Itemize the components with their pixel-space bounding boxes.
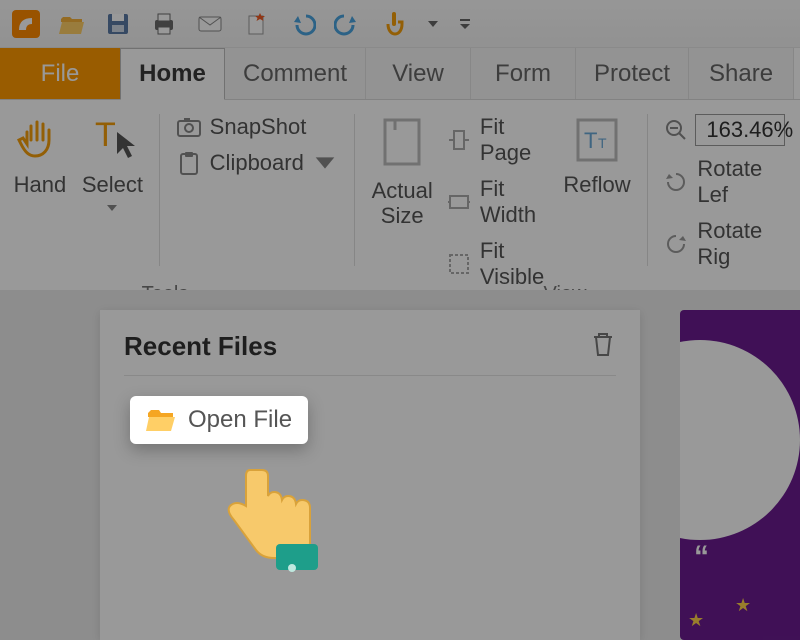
reflow-button[interactable]: TT Reflow <box>563 110 630 270</box>
undo-icon[interactable] <box>288 10 316 38</box>
save-icon[interactable] <box>104 10 132 38</box>
chevron-down-icon <box>105 203 119 213</box>
select-tool-label: Select <box>82 172 143 197</box>
promo-banner: ★ ★ <box>680 310 800 640</box>
fit-page-label: Fit Page <box>480 114 552 166</box>
tab-share[interactable]: Share <box>689 48 794 99</box>
fit-width-button[interactable]: Fit Width <box>446 176 552 228</box>
hand-tool-label: Hand <box>14 172 67 197</box>
clipboard-label: Clipboard <box>210 150 304 176</box>
clipboard-button[interactable]: Clipboard <box>176 150 338 176</box>
svg-text:T: T <box>95 116 116 154</box>
ribbon-home: Hand T Select SnapShot Clipboard Actual … <box>0 100 800 280</box>
email-icon[interactable] <box>196 10 224 38</box>
redo-icon[interactable] <box>334 10 362 38</box>
rotate-left-button[interactable]: Rotate Lef <box>663 156 790 208</box>
tab-view[interactable]: View <box>366 48 471 99</box>
app-icon <box>12 10 40 38</box>
star-icon: ★ <box>688 610 704 631</box>
open-file-button[interactable]: Open File <box>130 396 308 444</box>
star-icon: ★ <box>735 595 751 616</box>
new-starred-icon[interactable] <box>242 10 270 38</box>
recent-files-title: Recent Files <box>124 331 277 362</box>
print-icon[interactable] <box>150 10 178 38</box>
zoom-out-icon[interactable] <box>663 117 689 143</box>
start-page: Recent Files Open File ★ ★ <box>0 290 800 640</box>
qat-customize-icon[interactable] <box>458 10 472 38</box>
ribbon-tabstrip: File Home Comment View Form Protect Shar… <box>0 48 800 100</box>
tab-protect[interactable]: Protect <box>576 48 689 99</box>
open-icon[interactable] <box>58 10 86 38</box>
tab-home[interactable]: Home <box>120 48 225 100</box>
reflow-label: Reflow <box>563 172 630 197</box>
rotate-right-label: Rotate Rig <box>697 218 790 270</box>
snapshot-button[interactable]: SnapShot <box>176 114 338 140</box>
snapshot-label: SnapShot <box>210 114 307 140</box>
tab-comment[interactable]: Comment <box>225 48 366 99</box>
touch-mode-icon[interactable] <box>380 10 408 38</box>
quick-access-toolbar <box>0 0 800 48</box>
recent-files-panel: Recent Files Open File <box>100 310 640 640</box>
select-tool-button[interactable]: T Select <box>82 110 143 270</box>
folder-open-icon <box>146 407 176 433</box>
actual-size-button[interactable]: Actual Size <box>371 110 434 270</box>
svg-text:T: T <box>584 128 597 153</box>
rotate-right-button[interactable]: Rotate Rig <box>663 218 790 270</box>
tutorial-pointer-hand-icon <box>210 450 340 580</box>
touch-dropdown-icon[interactable] <box>426 10 440 38</box>
fit-width-label: Fit Width <box>480 176 552 228</box>
zoom-level-field[interactable]: 163.46% <box>695 114 785 146</box>
trash-icon[interactable] <box>590 330 616 363</box>
chevron-down-icon <box>312 150 338 176</box>
tab-file[interactable]: File <box>0 48 120 99</box>
fit-page-button[interactable]: Fit Page <box>446 114 552 166</box>
svg-text:T: T <box>598 135 607 151</box>
tab-form[interactable]: Form <box>471 48 576 99</box>
actual-size-label: Actual Size <box>372 178 433 229</box>
rotate-left-label: Rotate Lef <box>697 156 790 208</box>
open-file-label: Open File <box>188 406 292 434</box>
hand-tool-button[interactable]: Hand <box>10 110 70 270</box>
